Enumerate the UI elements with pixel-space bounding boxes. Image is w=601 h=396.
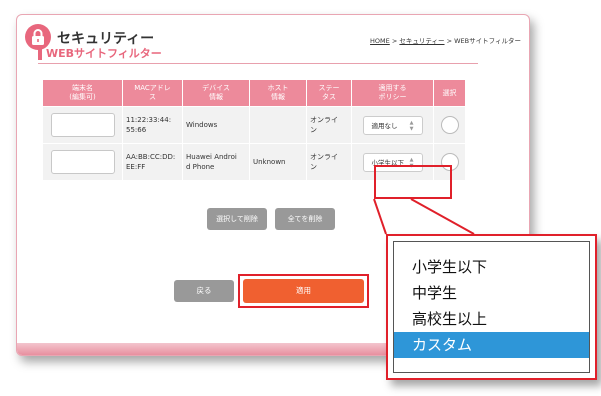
column-header-status: ステー タス [306, 79, 352, 107]
status-cell: オンライン [306, 106, 352, 144]
policy-select-highlight-frame [374, 165, 452, 199]
table-row: 11:22:33:44: 55:66 Windows オンライン 適用なし ▲ ▼ [42, 106, 466, 144]
column-header-select: 選択 [433, 79, 466, 107]
name-cell [42, 106, 123, 144]
column-header-device: デバイス 情報 [182, 79, 250, 107]
row-select-radio[interactable] [440, 116, 459, 134]
section-title: WEBサイトフィルター [46, 47, 162, 60]
spinner-arrows-icon: ▲ ▼ [409, 119, 414, 132]
breadcrumb: HOME > セキュリティー > WEBサイトフィルター [370, 35, 521, 45]
dropdown-option-elementary[interactable]: 小学生以下 [394, 254, 589, 280]
dropdown-option-junior-high[interactable]: 中学生 [394, 280, 589, 306]
breadcrumb-current: WEBサイトフィルター [454, 37, 521, 45]
device-cell: Huawei Androi d Phone [182, 143, 250, 181]
name-cell [42, 143, 123, 181]
column-header-host: ホスト 情報 [249, 79, 307, 107]
dropdown-option-custom[interactable]: カスタム [394, 332, 589, 358]
policy-dropdown-list: 小学生以下 中学生 高校生以上 カスタム [393, 241, 590, 373]
host-cell [249, 106, 307, 144]
device-name-input[interactable] [50, 150, 115, 174]
column-header-policy: 適用する ポリシー [351, 79, 434, 107]
device-name-input[interactable] [50, 113, 115, 137]
select-cell [433, 106, 466, 144]
policy-cell: 適用なし ▲ ▼ [351, 106, 434, 144]
apply-button[interactable]: 適用 [243, 279, 364, 303]
dropdown-option-high-school[interactable]: 高校生以上 [394, 306, 589, 332]
device-cell: Windows [182, 106, 250, 144]
policy-dropdown-callout: 小学生以下 中学生 高校生以上 カスタム [386, 234, 597, 380]
delete-all-button[interactable]: 全てを削除 [275, 208, 335, 230]
mac-cell: AA:BB:CC:DD: EE:FF [122, 143, 183, 181]
breadcrumb-separator: > [446, 37, 453, 45]
section-accent-bar [38, 45, 42, 60]
delete-selected-button[interactable]: 選択して削除 [207, 208, 267, 230]
breadcrumb-home[interactable]: HOME [370, 37, 390, 45]
mac-cell: 11:22:33:44: 55:66 [122, 106, 183, 144]
column-header-mac: MACアドレス [122, 79, 183, 107]
table-header-row: 端末名 (編集可) MACアドレス デバイス 情報 ホスト 情報 ステー タス 適用する… [42, 79, 466, 107]
breadcrumb-separator: > [391, 37, 398, 45]
back-button[interactable]: 戻る [174, 280, 234, 302]
section-divider [38, 63, 478, 64]
policy-select[interactable]: 適用なし ▲ ▼ [362, 115, 423, 135]
breadcrumb-security[interactable]: セキュリティー [399, 37, 444, 45]
status-cell: オンライン [306, 143, 352, 181]
host-cell: Unknown [249, 143, 307, 181]
column-header-name: 端末名 (編集可) [42, 79, 123, 107]
